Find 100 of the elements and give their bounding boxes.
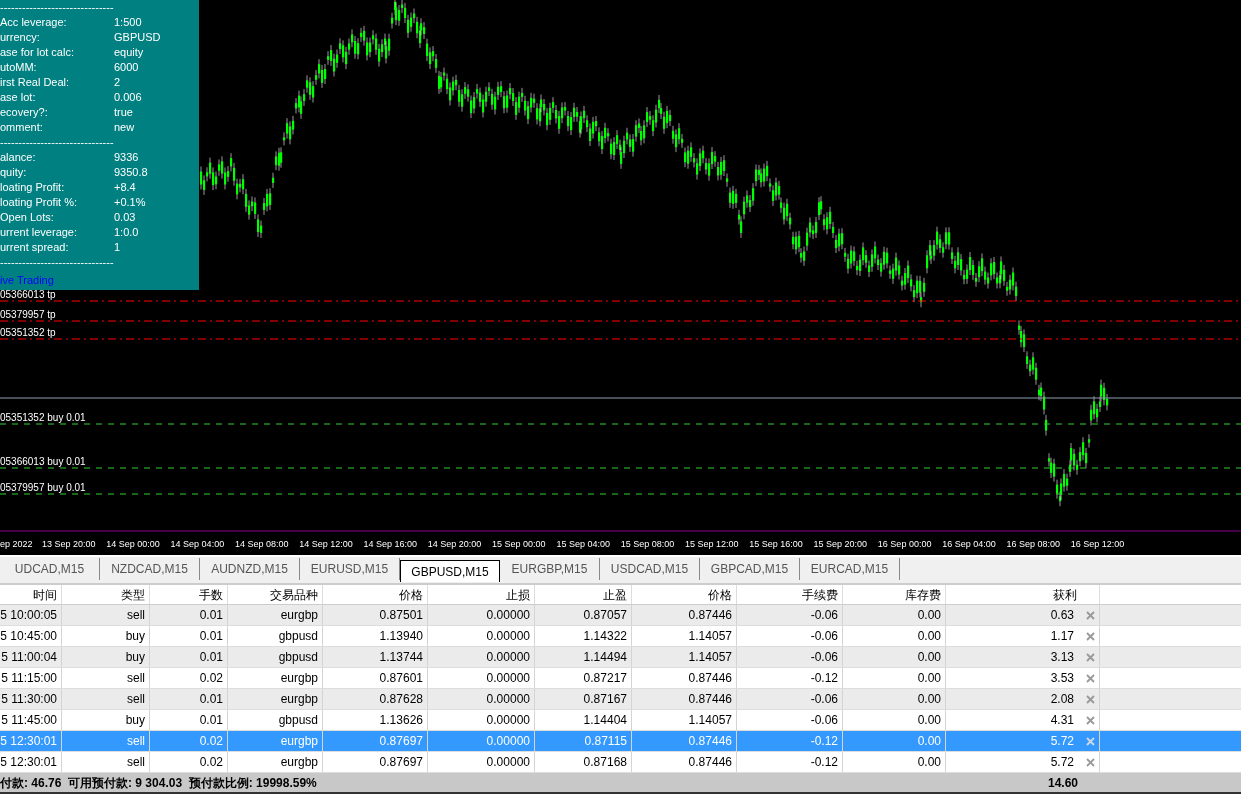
table-cell-text: 1.14057 [688,712,732,729]
close-icon[interactable] [1086,652,1095,662]
table-cell-text: 5 10:45:00 [0,628,57,645]
table-cell-text: -0.12 [810,670,838,687]
position-row[interactable]: 5 10:45:00 buy 0.01 gbpusd 1.13940 0.00000 1.14322 1.14057 -0.06 0.00 1.17 [0,626,1241,647]
time-axis-label: 14 Sep 20:00 [427,538,483,552]
time-axis-label: 16 Sep 08:00 [1006,538,1061,552]
chart-tab[interactable]: GBPCAD,M15 [700,558,800,580]
table-cell-text: 1.14057 [688,628,732,645]
table-cell-text: 5.72 [1050,754,1074,771]
table-cell-text: 1.13940 [379,628,423,645]
table-cell-text: 0.01 [199,649,223,666]
table-cell-text: 0.87115 [584,733,627,750]
total-profit: 14.60 [1046,774,1078,792]
table-cell-text: 3.53 [1050,670,1074,687]
column-header[interactable]: 止损 [428,585,535,604]
column-header[interactable]: 止盈 [535,585,632,604]
column-header[interactable]: 获利 [946,585,1100,604]
info-value: 1:0.0 [114,225,139,240]
table-cell-text: 0.87446 [688,754,732,771]
close-icon[interactable] [1086,757,1095,767]
table-cell-text: eurgbp [280,607,318,624]
chart-tab[interactable]: NZDCAD,M15 [100,558,200,580]
time-axis-label: ep 2022 [0,538,34,552]
column-header[interactable]: 手数 [150,585,228,604]
table-cell-text: gbpusd [278,712,318,729]
table-cell-text: 0.02 [199,733,223,750]
position-row[interactable]: 5 12:30:01 sell 0.02 eurgbp 0.87697 0.00000 0.87168 0.87446 -0.12 0.00 5.72 [0,752,1241,773]
position-row[interactable]: 5 11:15:00 sell 0.02 eurgbp 0.87601 0.00000 0.87217 0.87446 -0.12 0.00 3.53 [0,668,1241,689]
time-axis-label: 13 Sep 20:00 [42,538,97,552]
column-header[interactable]: 手续费 [737,585,843,604]
close-icon[interactable] [1086,736,1095,746]
close-icon[interactable] [1086,631,1095,641]
table-cell-text: 0.87217 [583,670,627,687]
position-row[interactable]: 5 11:30:00 sell 0.01 eurgbp 0.87628 0.00000 0.87167 0.87446 -0.06 0.00 2.08 [0,689,1241,710]
chart-tab[interactable]: EURCAD,M15 [800,558,900,580]
chart-tab[interactable]: EURGBP,M15 [500,558,600,580]
table-cell-text: 1.14322 [583,628,627,645]
column-header[interactable]: 类型 [62,585,150,604]
position-row[interactable]: 5 11:45:00 buy 0.01 gbpusd 1.13626 0.00000 1.14404 1.14057 -0.06 0.00 4.31 [0,710,1241,731]
column-header[interactable]: 价格 [632,585,737,604]
table-cell-text: 1.14057 [688,649,732,666]
table-cell-text: 0.00000 [486,607,530,624]
order-line-label: 05379957 buy 0.01 [0,482,86,494]
info-label: urrency: [0,30,41,45]
table-cell-text: 0.01 [199,628,223,645]
table-cell-text: 1.13744 [379,649,423,666]
info-label: Acc leverage: [0,15,68,30]
table-cell-text: 0.00000 [486,712,530,729]
table-cell-text: 0.87168 [583,754,627,771]
position-row[interactable]: 5 10:00:05 sell 0.01 eurgbp 0.87501 0.00000 0.87057 0.87446 -0.06 0.00 0.63 [0,605,1241,626]
close-icon[interactable] [1086,715,1095,725]
time-axis-label: 16 Sep 12:00 [1070,538,1126,552]
table-cell-text: buy [125,649,145,666]
order-line-label: 05351352 tp [0,327,56,339]
chart-tab[interactable]: AUDNZD,M15 [200,558,300,580]
table-cell-text: -0.06 [810,628,838,645]
info-label: ase lot: [0,90,37,105]
separator-text: ------------------------------- [0,135,115,150]
separator-text: ------------------------------- [0,0,115,15]
position-row[interactable]: 5 11:00:04 buy 0.01 gbpusd 1.13744 0.00000 1.14494 1.14057 -0.06 0.00 3.13 [0,647,1241,668]
column-header[interactable]: 时间 [0,585,62,604]
table-cell-text: eurgbp [280,670,318,687]
order-line-label: 05366013 buy 0.01 [0,456,86,468]
column-header[interactable]: 价格 [323,585,428,604]
info-label: urrent leverage: [0,225,79,240]
table-cell-text: 1.17 [1050,628,1074,645]
time-axis-label: 15 Sep 00:00 [492,538,547,552]
table-cell-text: 0.00000 [486,649,530,666]
info-value: +0.1% [114,195,146,210]
info-value: 1 [114,240,121,255]
close-icon[interactable] [1086,694,1095,704]
table-cell-text: 0.00 [917,649,941,666]
column-header[interactable]: 库存费 [843,585,946,604]
table-cell-text: sell [127,733,145,750]
table-cell-text: 4.31 [1050,712,1074,729]
info-value: +8.4 [114,180,136,195]
order-line-label: 05351352 buy 0.01 [0,412,86,424]
table-cell-text: sell [127,670,145,687]
column-header[interactable]: 交易品种 [228,585,323,604]
table-cell-text: eurgbp [280,754,318,771]
info-value: 0.03 [114,210,136,225]
time-axis-label: 14 Sep 04:00 [170,538,226,552]
info-label: ase for lot calc: [0,45,75,60]
table-cell-text: 0.87446 [688,691,732,708]
table-cell-text: sell [127,691,145,708]
close-icon[interactable] [1086,673,1095,683]
table-cell-text: 5 11:45:00 [1,712,57,729]
close-icon[interactable] [1086,610,1095,620]
table-cell-text: 0.00 [917,691,941,708]
time-axis-label: 15 Sep 12:00 [684,538,740,552]
info-label: Open Lots: [0,210,55,225]
info-label: urrent spread: [0,240,70,255]
info-label: omment: [0,120,44,135]
chart-tab[interactable]: GBPUSD,M15 [400,560,500,582]
table-cell-text: -0.06 [810,607,838,624]
chart-tab[interactable]: UDCAD,M15 [0,558,100,580]
table-cell-text: -0.06 [810,712,838,729]
chart-tab[interactable]: USDCAD,M15 [600,558,700,580]
time-axis-label: 15 Sep 20:00 [813,538,869,552]
